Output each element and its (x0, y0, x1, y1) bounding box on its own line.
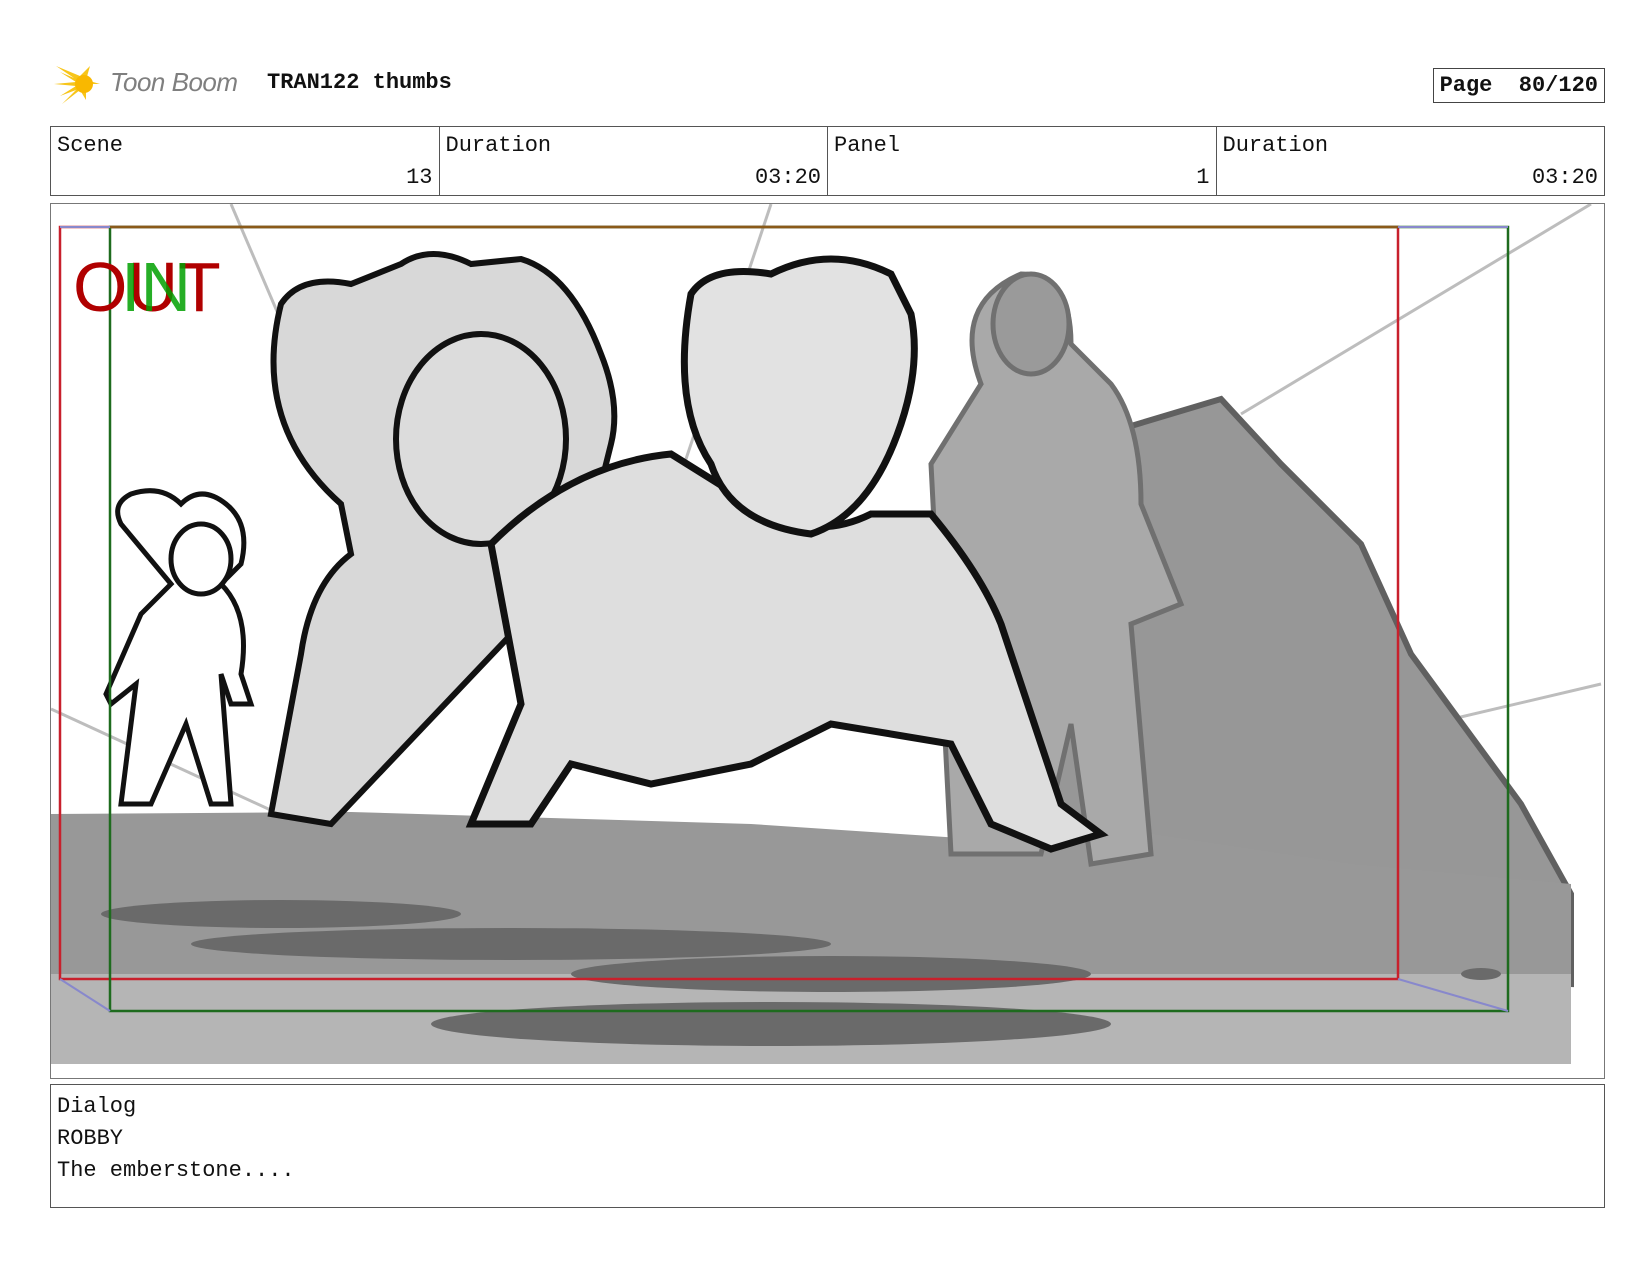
panel-duration-value: 03:20 (1531, 165, 1598, 190)
figure-small-left (103, 488, 255, 807)
page-indicator: Page 80/120 (1432, 68, 1605, 103)
dialog-label: Dialog (57, 1094, 137, 1119)
panel-value: 1 (1196, 165, 1210, 190)
scene-label: Scene (57, 133, 124, 158)
scene-value: 13 (406, 165, 433, 190)
scene-duration-label: Duration (445, 133, 552, 158)
panel-duration-cell: Duration 03:20 (1217, 127, 1605, 195)
dialog-speaker: ROBBY (57, 1126, 124, 1151)
panel-duration-label: Duration (1222, 133, 1329, 158)
panel-cell: Panel 1 (828, 127, 1217, 195)
dialog-line: The emberstone.... (57, 1158, 295, 1183)
panel-label: Panel (834, 133, 901, 158)
scene-duration-cell: Duration 03:20 (440, 127, 828, 195)
panel-sketch: OUT IN (51, 204, 1602, 1064)
in-label: IN (121, 248, 191, 326)
storyboard-panel: OUT IN (50, 203, 1605, 1079)
scene-cell: Scene 13 (51, 127, 440, 195)
document-title: TRAN122 thumbs (267, 70, 452, 95)
dialog-box: Dialog ROBBY The emberstone.... (50, 1084, 1605, 1208)
logo-burst-icon (54, 66, 100, 104)
panel-info-row: Scene 13 Duration 03:20 Panel 1 Duration… (50, 126, 1605, 196)
toon-boom-logo: Toon Boom (52, 60, 252, 108)
logo-text: Toon Boom (110, 67, 238, 97)
scene-duration-value: 03:20 (754, 165, 821, 190)
page-header: Toon Boom TRAN122 thumbs Page 80/120 (50, 56, 1605, 112)
